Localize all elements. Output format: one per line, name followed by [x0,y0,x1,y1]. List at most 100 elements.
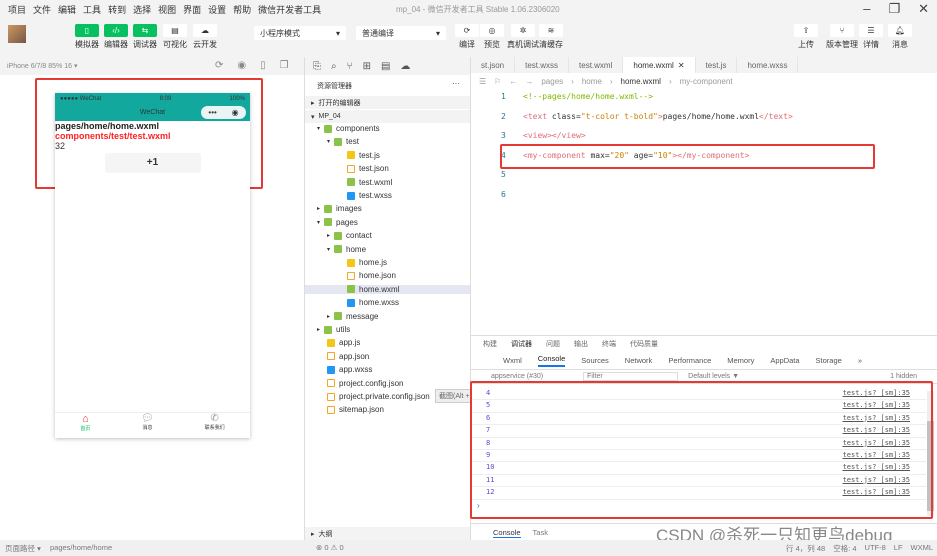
menu-item[interactable]: 界面 [183,3,201,16]
tree-item[interactable]: home.wxml [305,284,470,294]
encoding[interactable]: UTF-8 [865,543,886,554]
editor-tab[interactable]: home.wxml ✕ [623,57,696,73]
tab-contact[interactable]: ✆ 联系我们 [205,413,225,438]
close-icon[interactable]: ✕ [678,61,685,70]
tab-home[interactable]: ⌂ 首页 [80,413,90,438]
editor-tab[interactable]: st.json [471,57,516,73]
devtools-tab-network[interactable]: Network [625,356,653,365]
toolbar-button-11[interactable]: ☰ 详情 [859,24,883,50]
back-icon[interactable]: ← [509,77,517,86]
tree-item[interactable]: project.private.config.json [317,392,430,401]
menu-item[interactable]: 视图 [158,3,176,16]
toolbar-button-12[interactable]: 🔔︎ 消息 [888,24,912,50]
expand-arrow-icon[interactable]: ▾ [317,125,320,132]
crumb[interactable]: home.wxml [621,77,661,86]
menu-item[interactable]: 项目 [8,3,26,16]
toolbar-button-8[interactable]: ≋ 清缓存 [539,24,563,50]
crumb[interactable]: my-component [680,77,733,86]
toolbar-button-9[interactable]: ⇪ 上传 [794,24,818,50]
menu-item[interactable]: 选择 [133,3,151,16]
devtools-tab-performance[interactable]: Performance [668,356,711,365]
tree-item[interactable]: ▸ contact [327,231,372,240]
device-select[interactable]: iPhone 6/7/8 85% 16 ▾ [7,62,77,70]
cursor-position[interactable]: 行 4，列 48 [786,543,825,554]
tree-item[interactable]: ▸ message [327,312,378,321]
debug-tab[interactable]: 问题 [546,339,560,349]
project-section[interactable]: ▾ MP_04 [305,110,470,123]
crumb[interactable]: pages [541,77,563,86]
debug-tab[interactable]: 构建 [483,339,497,349]
editor-tab[interactable]: test.wxss [515,57,570,73]
drawer-tab-console[interactable]: Console [493,528,521,538]
editor-tab[interactable]: test.wxml [569,57,624,73]
tree-item[interactable]: test.json [337,164,389,173]
devtools-tab-sources[interactable]: Sources [581,356,609,365]
tree-item[interactable]: project.config.json [317,379,403,388]
toolbar-button-3[interactable]: ▤ 可视化 [163,24,187,50]
tree-item[interactable]: app.js [317,338,360,347]
devtools-tab-storage[interactable]: Storage [816,356,842,365]
debug-tab[interactable]: 输出 [574,339,588,349]
minimize-button[interactable]: – [863,1,870,17]
avatar[interactable] [8,25,26,43]
expand-arrow-icon[interactable]: ▸ [317,205,320,212]
toolbar-button-2[interactable]: ⇆ 调试器 [133,24,157,50]
drawer-tab-task[interactable]: Task [533,528,548,537]
menu-item[interactable]: 文件 [33,3,51,16]
devtools-tab-memory[interactable]: Memory [727,356,754,365]
menu-item[interactable]: 微信开发者工具 [258,3,321,16]
more-icon[interactable]: ··· [452,79,460,88]
toolbar-button-5[interactable]: ⟳ 编译 [455,24,479,50]
filter-input[interactable]: Filter [583,372,679,381]
more-icon[interactable]: ••• [208,104,216,121]
tree-item[interactable]: home.json [337,271,396,280]
menu-item[interactable]: 编辑 [58,3,76,16]
tree-item[interactable]: sitemap.json [317,405,384,414]
toolbar-button-10[interactable]: ⑂ 版本管理 [826,24,858,50]
debug-tab[interactable]: 调试器 [511,339,532,349]
context-select[interactable]: appservice (#30) [491,373,543,380]
crumb[interactable]: home [582,77,602,86]
expand-arrow-icon[interactable]: ▸ [317,326,320,333]
tree-item[interactable]: test.wxml [337,178,392,187]
tree-item[interactable]: ▾ pages [317,218,358,227]
forward-icon[interactable]: → [525,77,533,86]
close-button[interactable]: ✕ [918,1,929,17]
tree-item[interactable]: ▾ test [327,137,359,146]
toolbar-button-1[interactable]: ‹/› 编辑器 [104,24,128,50]
simulator-tool-icons[interactable]: ⟳◉▯❐ [215,60,303,71]
maximize-button[interactable]: ❐ [888,1,900,17]
tree-item[interactable]: app.json [317,352,369,361]
bookmark-icon[interactable]: ⚐ [494,77,501,86]
toolbar-button-0[interactable]: ▯ 模拟器 [75,24,99,50]
devtools-tab-console[interactable]: Console [537,354,566,367]
tree-item[interactable]: ▾ components [317,124,380,133]
expand-arrow-icon[interactable]: ▾ [327,138,330,145]
toolbar-button-7[interactable]: ✲ 真机调试 [507,24,539,50]
tree-item[interactable]: ▸ images [317,204,362,213]
page-path-label[interactable]: 页面路径 ▾ [5,543,41,554]
expand-arrow-icon[interactable]: ▾ [317,219,320,226]
menu-item[interactable]: 帮助 [233,3,251,16]
indent[interactable]: 空格: 4 [833,543,856,554]
expand-arrow-icon[interactable]: ▾ [327,246,330,253]
menu-item[interactable]: 设置 [208,3,226,16]
language[interactable]: WXML [911,543,934,554]
capsule-menu[interactable]: ••• ◉ [201,106,246,119]
error-count[interactable]: ⊗ 0 ⚠ 0 [316,543,344,552]
tab-message[interactable]: 💬︎ 消息 [141,413,154,438]
menu-item[interactable]: 转到 [108,3,126,16]
tree-item[interactable]: home.wxss [337,298,399,307]
tree-item[interactable]: app.wxss [317,365,372,374]
list-icon[interactable]: ☰ [479,77,486,86]
debug-tab[interactable]: 代码质量 [630,339,658,349]
open-editors-section[interactable]: ▸ 打开的编辑器 [305,96,470,109]
devtools-tab-»[interactable]: » [858,356,862,365]
mode-select[interactable]: 小程序模式 ▾ [254,26,346,40]
devtools-tab-wxml[interactable]: Wxml [503,356,522,365]
explorer-tool-icons[interactable]: ⎘⌕⑂⊞▤☁ [305,57,470,75]
close-circle-icon[interactable]: ◉ [232,104,239,121]
expand-arrow-icon[interactable]: ▸ [327,313,330,320]
compile-select[interactable]: 普通编译 ▾ [356,26,446,40]
levels-select[interactable]: Default levels ▼ [688,373,739,380]
